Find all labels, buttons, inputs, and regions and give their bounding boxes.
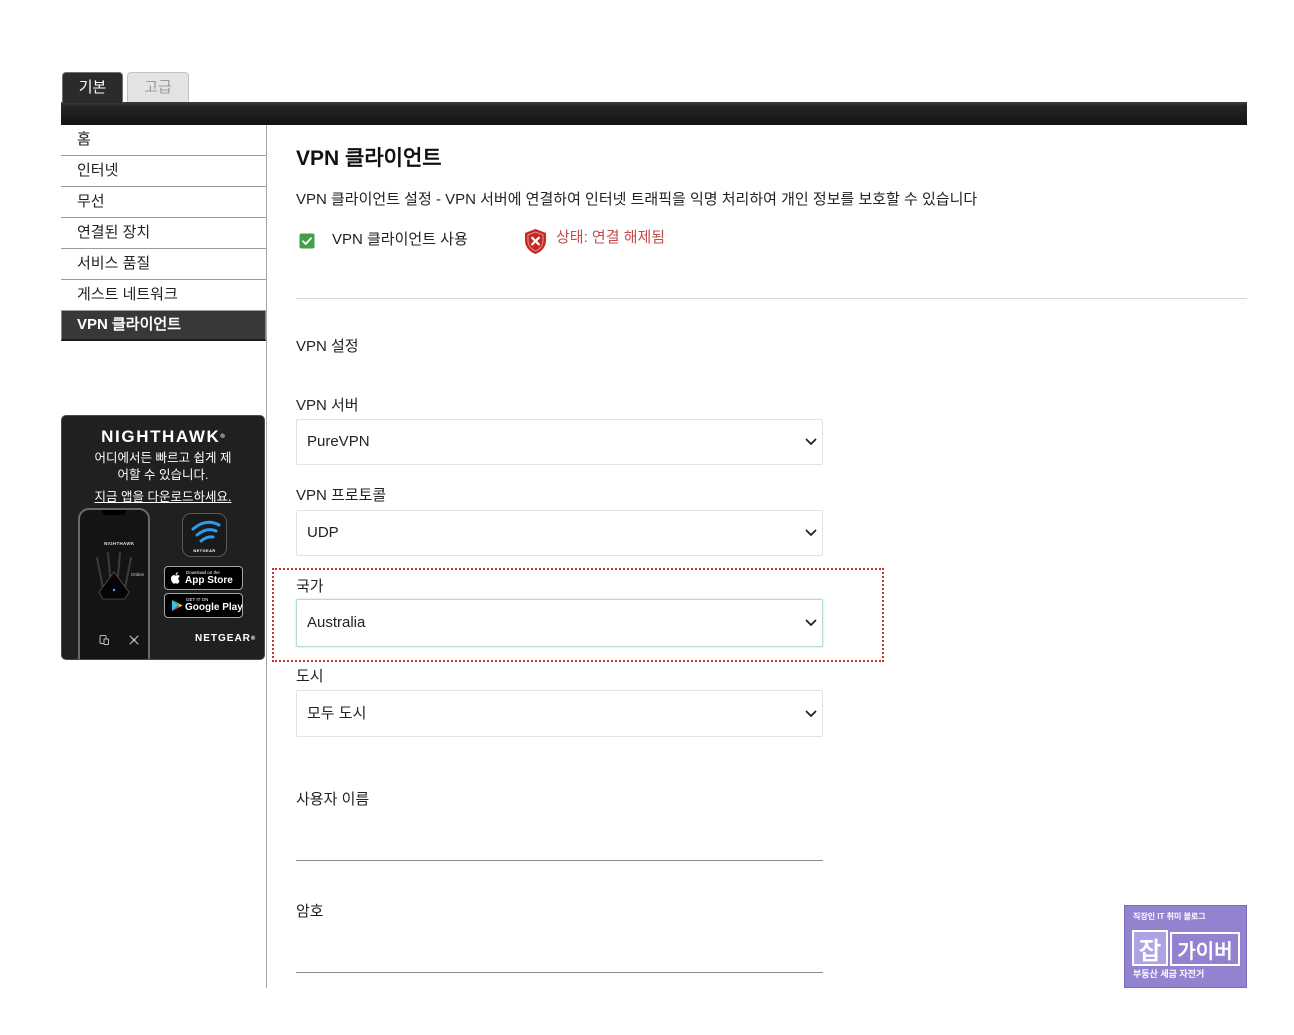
country-select[interactable]: Australia xyxy=(296,599,823,647)
sidebar-item-label: 홈 xyxy=(77,131,91,148)
tab-basic[interactable]: 기본 xyxy=(62,72,123,103)
app-store-large-text: App Store xyxy=(185,575,233,586)
watermark-badge: 잡 xyxy=(1132,930,1168,966)
google-play-large-text: Google Play xyxy=(185,602,243,613)
registered-mark: ® xyxy=(220,434,225,440)
city-select[interactable]: 모두 도시 xyxy=(296,690,823,737)
sidebar-item-vpn-client[interactable]: VPN 클라이언트 xyxy=(61,311,266,341)
city-label: 도시 xyxy=(296,668,324,685)
apple-icon xyxy=(171,572,180,584)
router-status-text: Online xyxy=(131,572,145,577)
connection-status: 상태: 연결 해제됨 xyxy=(556,229,666,246)
password-label: 암호 xyxy=(296,903,324,920)
nighthawk-app-ad[interactable]: NIGHTHAWK® 어디에서든 빠르고 쉽게 제어할 수 있습니다. 지금 앱… xyxy=(61,415,265,660)
phone-notch xyxy=(102,510,126,515)
sidebar-item-attached-devices[interactable]: 연결된 장치 xyxy=(61,218,266,249)
wifi-icon xyxy=(191,520,221,543)
sidebar-item-label: 연결된 장치 xyxy=(77,224,151,241)
username-input[interactable] xyxy=(296,830,823,861)
chevron-down-icon xyxy=(805,438,817,445)
sidebar-item-guest-network[interactable]: 게스트 네트워크 xyxy=(61,280,266,311)
chevron-down-icon xyxy=(805,710,817,717)
nighthawk-logo: NIGHTHAWK® xyxy=(62,427,264,447)
router-icon xyxy=(96,552,132,600)
sidebar-item-label: 서비스 품질 xyxy=(77,255,151,272)
section-title-vpn-settings: VPN 설정 xyxy=(296,338,359,355)
select-value: UDP xyxy=(307,524,339,541)
select-value: PureVPN xyxy=(307,433,370,450)
select-value: Australia xyxy=(307,614,366,631)
vpn-enable-label[interactable]: VPN 클라이언트 사용 xyxy=(332,230,468,250)
netgear-logo-text: NETGEAR xyxy=(195,633,251,644)
sidebar-item-label: 무선 xyxy=(77,193,105,210)
sidebar-item-internet[interactable]: 인터넷 xyxy=(61,156,266,187)
top-nav-bar xyxy=(61,102,1247,125)
google-play-button[interactable]: GET IT ON Google Play xyxy=(164,593,243,618)
tab-advanced[interactable]: 고급 xyxy=(127,72,189,102)
vpn-server-select[interactable]: PureVPN xyxy=(296,419,823,465)
section-divider xyxy=(296,298,1247,299)
sidebar-item-wireless[interactable]: 무선 xyxy=(61,187,266,218)
watermark-subtitle: 부동산 세금 자전거 xyxy=(1133,969,1205,979)
sidebar: 홈 인터넷 무선 연결된 장치 서비스 품질 게스트 네트워크 VPN 클라이언… xyxy=(61,125,266,341)
brand-text: NIGHTHAWK xyxy=(101,427,221,446)
sidebar-item-label: 인터넷 xyxy=(77,162,119,179)
watermark-tagline: 직장인 IT 취미 블로그 xyxy=(1133,912,1206,921)
sidebar-item-label: VPN 클라이언트 xyxy=(77,316,182,333)
sidebar-item-qos[interactable]: 서비스 품질 xyxy=(61,249,266,280)
ad-download-link[interactable]: 지금 앱을 다운로드하세요. xyxy=(62,489,264,506)
vpn-protocol-select[interactable]: UDP xyxy=(296,510,823,556)
sidebar-divider xyxy=(266,125,267,988)
vpn-enable-checkbox[interactable] xyxy=(299,233,315,249)
google-play-icon xyxy=(172,600,183,611)
chevron-down-icon xyxy=(805,529,817,536)
sidebar-item-home[interactable]: 홈 xyxy=(61,125,266,156)
password-input[interactable] xyxy=(296,942,823,973)
ad-tagline: 어디에서든 빠르고 쉽게 제어할 수 있습니다. xyxy=(94,451,232,482)
select-value: 모두 도시 xyxy=(307,704,367,722)
phone-app-title: NIGHTHAWK xyxy=(104,541,135,546)
chevron-down-icon xyxy=(805,619,817,626)
vpn-protocol-label: VPN 프로토콜 xyxy=(296,487,387,504)
network-map-icon xyxy=(129,635,139,645)
country-label: 국가 xyxy=(296,578,324,595)
page-description: VPN 클라이언트 설정 - VPN 서버에 연결하여 인터넷 트래픽을 익명 … xyxy=(296,191,978,208)
app-icon-label: NETGEAR xyxy=(193,548,216,553)
app-store-button[interactable]: Download on the App Store xyxy=(164,566,243,590)
vpn-server-label: VPN 서버 xyxy=(296,397,359,414)
registered-mark: ® xyxy=(250,636,256,642)
sidebar-item-label: 게스트 네트워크 xyxy=(77,286,178,303)
watermark-name: 가이버 xyxy=(1170,932,1240,966)
shield-x-icon xyxy=(525,229,546,254)
netgear-logo: NETGEAR® xyxy=(195,633,255,645)
nighthawk-app-icon[interactable]: NETGEAR xyxy=(182,513,227,557)
phone-mockup: NIGHTHAWK Online xyxy=(78,508,150,659)
page-title: VPN 클라이언트 xyxy=(296,147,442,170)
username-label: 사용자 이름 xyxy=(296,791,370,808)
blog-watermark: 직장인 IT 취미 블로그 잡 가이버 부동산 세금 자전거 xyxy=(1124,905,1247,988)
device-manager-icon xyxy=(99,635,109,645)
